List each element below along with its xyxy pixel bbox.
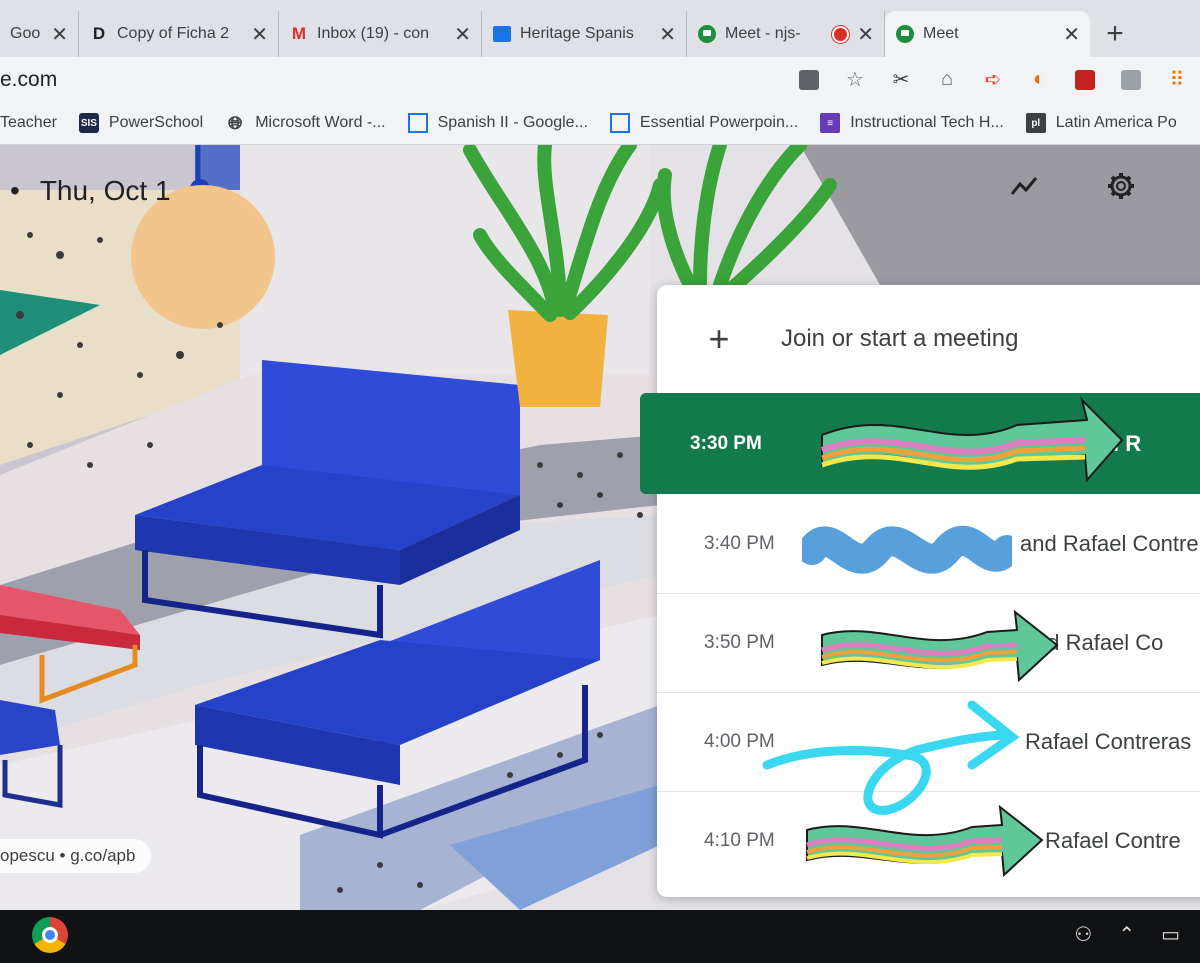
plus-icon: + — [708, 318, 730, 359]
tab-strip: Goo ✕ D Copy of Ficha 2 ✕ M Inbox (19) -… — [0, 0, 1200, 57]
tab-label: Copy of Ficha 2 — [117, 25, 230, 42]
system-tray: ⚇ ⌃ ▭ — [1074, 922, 1180, 947]
browser-toolbar: e.com ☆ ✂ ⌂ ➪ ◐ ⠿ — [0, 57, 1200, 102]
meet-home-background: • Thu, Oct 1 opescu • g.co/apb + Join or … — [0, 145, 1200, 910]
fox-extension-icon[interactable]: ◐ — [1016, 63, 1062, 97]
os-taskbar: ⚇ ⌃ ▭ — [0, 910, 1200, 963]
close-icon[interactable]: ✕ — [454, 22, 471, 47]
chevron-up-icon[interactable]: ⌃ — [1118, 922, 1135, 947]
tab-label: Meet - njs- — [725, 25, 801, 42]
classroom-icon — [492, 24, 512, 44]
tab-label: Meet — [923, 25, 959, 42]
close-icon[interactable]: ✕ — [1063, 22, 1080, 47]
bookmark-label: Latin America Po — [1055, 114, 1177, 131]
meeting-time: 4:10 PM — [704, 830, 775, 851]
home-icon[interactable]: ⌂ — [924, 63, 970, 97]
join-or-start-meeting[interactable]: + Join or start a meeting — [657, 285, 1200, 394]
bookmarks-bar: Teacher SIS PowerSchool 🌐︎ Microsoft Wor… — [0, 102, 1200, 145]
apps-grid-icon[interactable]: ⠿ — [1154, 63, 1200, 97]
toolbar-icons: ☆ ✂ ⌂ ➪ ◐ ⠿ — [786, 63, 1200, 97]
meeting-time: 3:40 PM — [704, 533, 775, 554]
date-bullet: • — [10, 175, 20, 206]
close-icon[interactable]: ✕ — [659, 22, 676, 47]
close-icon[interactable]: ✕ — [251, 22, 268, 47]
gmail-icon: M — [291, 24, 307, 43]
tab-meet-recording[interactable]: Meet - njs- ✕ — [687, 11, 885, 57]
join-label: Join or start a meeting — [781, 325, 1019, 352]
google-translate-icon[interactable] — [1108, 63, 1154, 97]
meet-icon — [697, 24, 717, 44]
bookmark-label: Instructional Tech H... — [850, 114, 1004, 131]
background-credit[interactable]: opescu • g.co/apb — [0, 839, 152, 873]
battery-icon[interactable]: ▭ — [1161, 922, 1180, 947]
meeting-title: nd Rafael Co — [1035, 630, 1164, 655]
bookmark-label: Microsoft Word -... — [255, 114, 386, 131]
peardeck-icon: pl — [1025, 113, 1046, 133]
bookmark-label: Essential Powerpoin... — [639, 114, 799, 131]
date-text: Thu, Oct 1 — [39, 175, 171, 206]
people-icon[interactable]: ⚇ — [1074, 922, 1092, 947]
meeting-row[interactable]: 4:10 PM Rafael Contre — [657, 792, 1200, 890]
meeting-time: 3:30 PM — [690, 432, 762, 454]
tab-copy-of-ficha[interactable]: D Copy of Ficha 2 ✕ — [79, 11, 279, 57]
meeting-title: Rafael Contre — [1045, 828, 1181, 853]
meetings-panel: + Join or start a meeting 3:30 PM and R … — [640, 285, 1200, 897]
activity-icon[interactable] — [1010, 173, 1040, 205]
meeting-row[interactable]: 3:40 PM and Rafael Contre — [657, 495, 1200, 594]
acrobat-icon[interactable] — [1062, 63, 1108, 97]
scissors-icon[interactable]: ✂ — [878, 63, 924, 97]
meet-icon — [895, 24, 915, 44]
bookmark-latin-america[interactable]: pl Latin America Po — [1025, 113, 1177, 133]
bookmark-instructional-tech[interactable]: ≡ Instructional Tech H... — [820, 113, 1004, 133]
meeting-row[interactable]: 3:50 PM nd Rafael Co — [657, 594, 1200, 693]
tab-inbox[interactable]: M Inbox (19) - con ✕ — [279, 11, 482, 57]
slides-icon — [609, 113, 630, 133]
forms-icon: ≡ — [820, 113, 841, 133]
date-display: • Thu, Oct 1 — [10, 175, 171, 207]
slides-icon — [407, 113, 428, 133]
meeting-row[interactable]: 4:00 PM Rafael Contreras — [657, 693, 1200, 792]
bookmark-microsoft-word[interactable]: 🌐︎ Microsoft Word -... — [225, 112, 386, 133]
star-icon[interactable]: ☆ — [832, 63, 878, 97]
bookmark-label: PowerSchool — [108, 114, 204, 131]
tab-heritage-spanish[interactable]: Heritage Spanis ✕ — [482, 11, 687, 57]
bookmark-teacher[interactable]: Teacher — [0, 114, 57, 132]
address-bar[interactable]: e.com — [0, 68, 786, 92]
globe-icon: 🌐︎ — [228, 112, 243, 133]
bookmark-essential-powerpoint[interactable]: Essential Powerpoin... — [609, 113, 799, 133]
docs-d-icon: D — [92, 24, 106, 43]
tab-meet-active[interactable]: Meet ✕ — [885, 11, 1090, 57]
close-icon[interactable]: ✕ — [857, 22, 874, 47]
bookmark-powerschool[interactable]: SIS PowerSchool — [78, 113, 204, 133]
meeting-title: and R — [1080, 430, 1142, 456]
tab-label: Heritage Spanis — [520, 25, 634, 42]
tab-google-docs[interactable]: Goo ✕ — [0, 11, 79, 57]
meeting-time: 3:50 PM — [704, 632, 775, 653]
tab-label: Inbox (19) - con — [317, 25, 430, 42]
translate-icon[interactable] — [786, 63, 832, 97]
bookmark-label: Teacher — [0, 114, 57, 131]
meeting-time: 4:00 PM — [704, 731, 775, 752]
tab-label: Goo — [10, 25, 41, 42]
meeting-row-active[interactable]: 3:30 PM and R — [640, 393, 1200, 494]
recording-icon — [832, 25, 850, 43]
sis-icon: SIS — [78, 113, 99, 133]
chrome-icon[interactable] — [32, 917, 68, 953]
screencast-icon[interactable]: ➪ — [970, 63, 1016, 97]
bookmark-label: Spanish II - Google... — [437, 114, 588, 131]
meeting-title: Rafael Contreras — [1025, 729, 1192, 754]
close-icon[interactable]: ✕ — [51, 22, 68, 47]
new-tab-button[interactable]: + — [1090, 11, 1140, 57]
meeting-title: and Rafael Contre — [1020, 531, 1199, 556]
settings-gear-icon[interactable] — [1106, 171, 1136, 208]
bookmark-spanish-ii[interactable]: Spanish II - Google... — [407, 113, 588, 133]
